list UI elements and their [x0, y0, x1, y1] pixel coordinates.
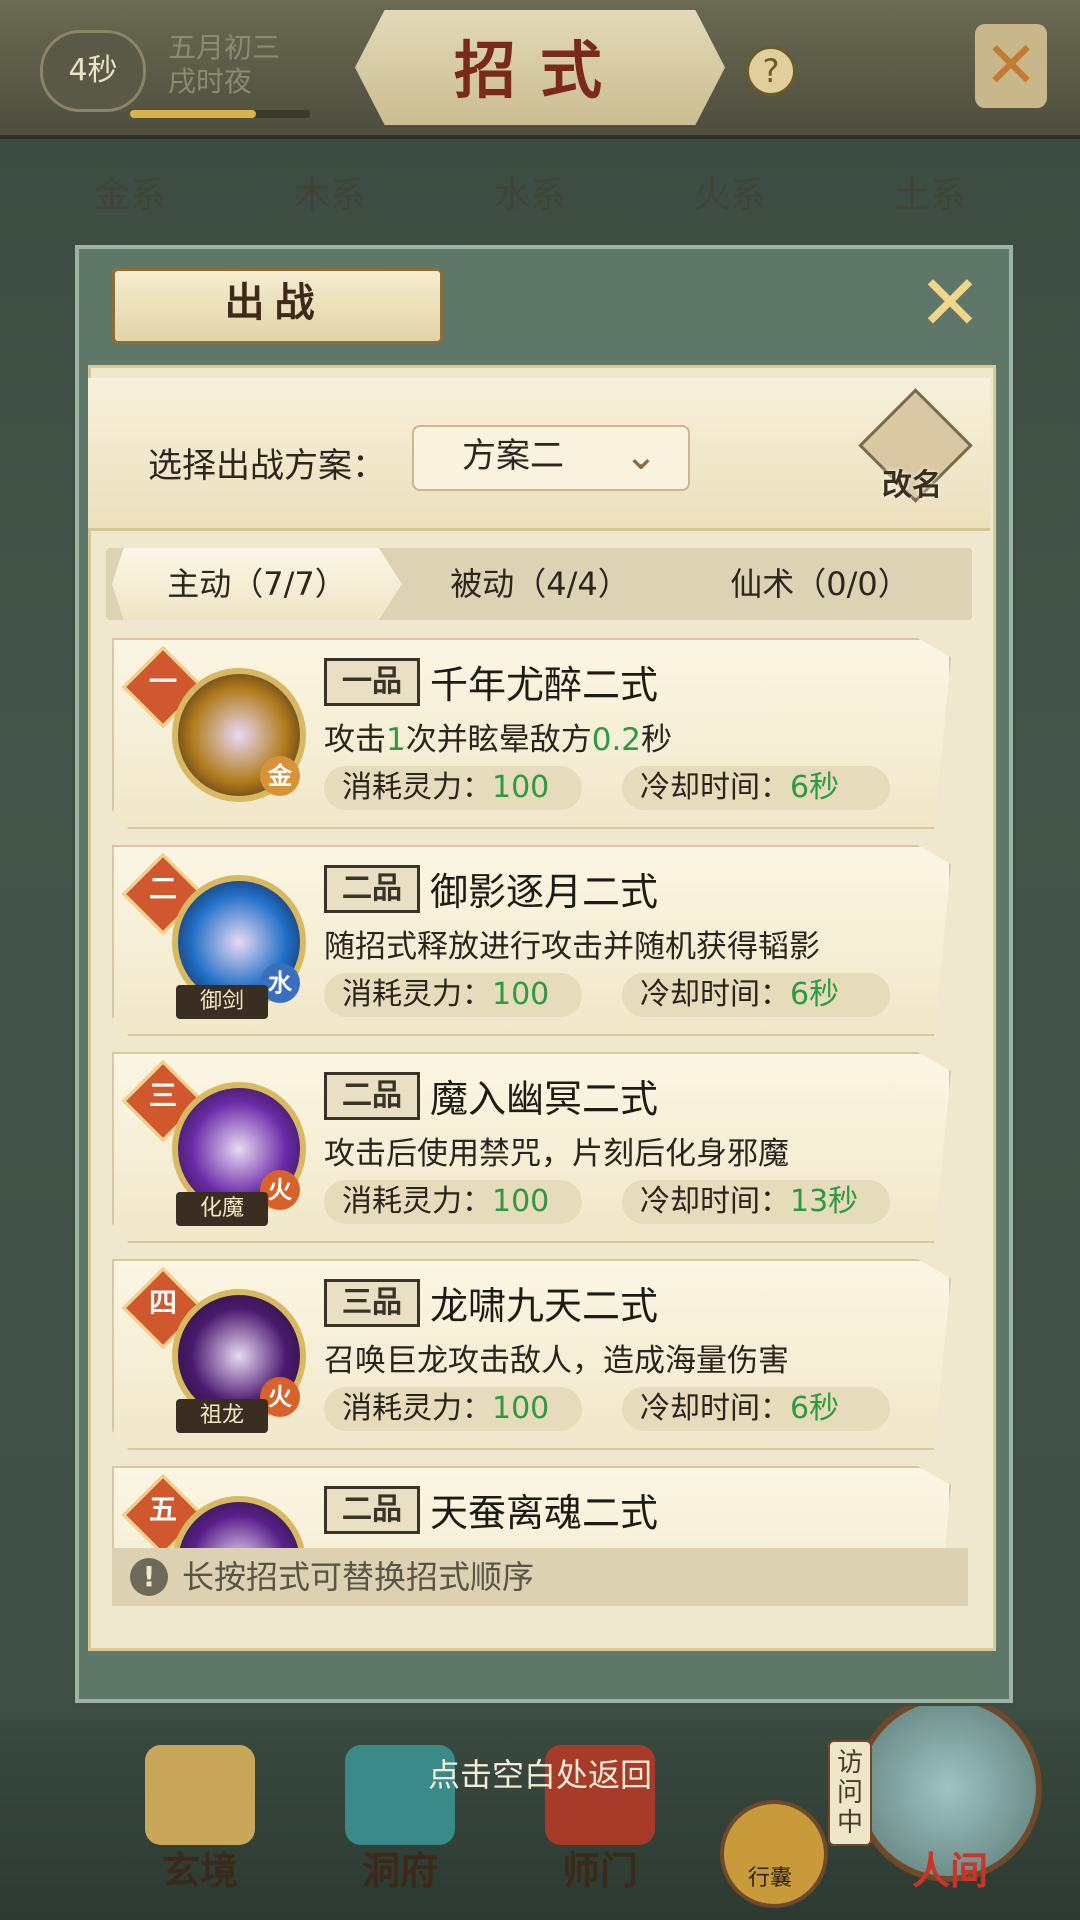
nav-dongfu[interactable]: 洞府: [325, 1840, 475, 1895]
nav-world[interactable]: 人间: [875, 1840, 1025, 1895]
description-text: 攻击后使用禁咒，片刻后化身邪魔: [324, 1136, 789, 1172]
skill-name: 千年尤醉二式: [430, 663, 659, 707]
cooldown: 冷却时间：6秒: [622, 766, 890, 810]
hint-text: 长按招式可替换招式顺序: [182, 1558, 535, 1596]
element-tabs: 金系 木系 水系 火系 土系: [35, 160, 1045, 232]
cooldown-label: 冷却时间：: [640, 770, 790, 805]
cooldown: 冷却时间：13秒: [622, 1180, 890, 1224]
return-hint[interactable]: 点击空白处返回: [0, 1750, 1080, 1796]
close-icon[interactable]: ✕: [975, 24, 1047, 108]
tab-metal[interactable]: 金系: [35, 160, 225, 232]
skill-tag: 化魔: [176, 1192, 268, 1226]
tab-passive-skills[interactable]: 被动（4/4）: [400, 548, 680, 620]
plan-label: 选择出战方案：: [148, 446, 386, 486]
skill-name: 龙啸九天二式: [430, 1284, 659, 1328]
plan-value[interactable]: 方案二: [462, 425, 564, 487]
time-progress-bar: [130, 110, 310, 118]
description-text: 次并眩晕敌方: [405, 722, 592, 758]
modal-close-icon[interactable]: ✕: [915, 265, 985, 341]
description-text: 召唤巨龙攻击敌人，造成海量伤害: [324, 1343, 789, 1379]
skill-tag: 御剑: [176, 985, 268, 1019]
cooldown: 冷却时间：6秒: [622, 973, 890, 1017]
tab-wood[interactable]: 木系: [235, 160, 425, 232]
cooldown-label: 冷却时间：: [640, 1391, 790, 1426]
cooldown-value: 13秒: [790, 1184, 859, 1219]
skill-description: 攻击后使用禁咒，片刻后化身邪魔: [324, 1128, 789, 1173]
cost-value: 100: [492, 1184, 550, 1219]
skill-description: 随招式释放进行攻击并随机获得韬影: [324, 921, 820, 966]
tab-active-skills[interactable]: 主动（7/7）: [112, 548, 402, 620]
highlight-value: 0.2: [591, 722, 642, 758]
cooldown: 冷却时间：6秒: [622, 1387, 890, 1431]
rank-number: 四: [148, 1286, 177, 1319]
tab-fire[interactable]: 火系: [635, 160, 825, 232]
description-text: 随招式释放进行攻击并随机获得韬影: [324, 929, 820, 965]
chevron-down-icon[interactable]: ⌄: [612, 428, 670, 484]
cost-label: 消耗灵力：: [342, 770, 492, 805]
time-of-day: 戌时夜: [168, 65, 253, 98]
skill-description: 攻击1次并眩晕敌方0.2秒: [324, 714, 672, 759]
mana-cost: 消耗灵力：100: [324, 973, 582, 1017]
tab-water[interactable]: 水系: [435, 160, 625, 232]
skill-tag: 祖龙: [176, 1399, 268, 1433]
description-text: 攻击: [324, 722, 386, 758]
cooldown-value: 6秒: [790, 977, 840, 1012]
mana-cost: 消耗灵力：100: [324, 766, 582, 810]
tab-immortal-arts[interactable]: 仙术（0/0）: [680, 548, 960, 620]
info-icon: !: [130, 1558, 168, 1596]
modal-title: 出战: [224, 279, 325, 326]
skill-name: 魔入幽冥二式: [430, 1077, 659, 1121]
grade-badge: 二品: [324, 865, 420, 913]
skill-description: 召唤巨龙攻击敌人，造成海量伤害: [324, 1335, 789, 1380]
page-title: 招式: [453, 34, 626, 107]
rename-button[interactable]: 改名: [862, 460, 962, 504]
description-text: 秒: [641, 722, 673, 758]
cost-value: 100: [492, 770, 550, 805]
grade-badge: 二品: [324, 1072, 420, 1120]
help-icon[interactable]: ?: [746, 46, 796, 96]
cost-label: 消耗灵力：: [342, 977, 492, 1012]
bag-label: 行囊: [747, 1866, 792, 1891]
cost-label: 消耗灵力：: [342, 1391, 492, 1426]
rank-number: 三: [148, 1079, 177, 1112]
mana-cost: 消耗灵力：100: [324, 1387, 582, 1431]
cost-value: 100: [492, 1391, 550, 1426]
rank-number: 五: [148, 1493, 177, 1526]
skill-name: 御影逐月二式: [430, 870, 659, 914]
highlight-value: 1: [386, 722, 406, 758]
cooldown-value: 6秒: [790, 1391, 840, 1426]
grade-badge: 一品: [324, 658, 420, 706]
grade-badge: 三品: [324, 1279, 420, 1327]
cooldown-value: 6秒: [790, 770, 840, 805]
cost-label: 消耗灵力：: [342, 1184, 492, 1219]
element-badge: 金: [260, 756, 300, 796]
cooldown-label: 冷却时间：: [640, 1184, 790, 1219]
mana-cost: 消耗灵力：100: [324, 1180, 582, 1224]
nav-shimen[interactable]: 师门: [525, 1840, 675, 1895]
time-progress-fill: [130, 110, 256, 118]
skill-list: 一金一品 千年尤醉二式 攻击1次并眩晕敌方0.2秒 消耗灵力：100 冷却时间：6秒二水…: [112, 638, 968, 1550]
nav-xuanjing[interactable]: 玄境: [125, 1840, 275, 1895]
cooldown-label: 冷却时间：: [640, 977, 790, 1012]
cost-value: 100: [492, 977, 550, 1012]
grade-badge: 二品: [324, 1486, 420, 1534]
skill-name: 天蚕离魂二式: [430, 1491, 659, 1535]
rank-number: 二: [148, 872, 177, 905]
tab-earth[interactable]: 土系: [835, 160, 1025, 232]
timer-badge: 4秒: [40, 30, 146, 112]
rank-number: 一: [148, 665, 177, 698]
